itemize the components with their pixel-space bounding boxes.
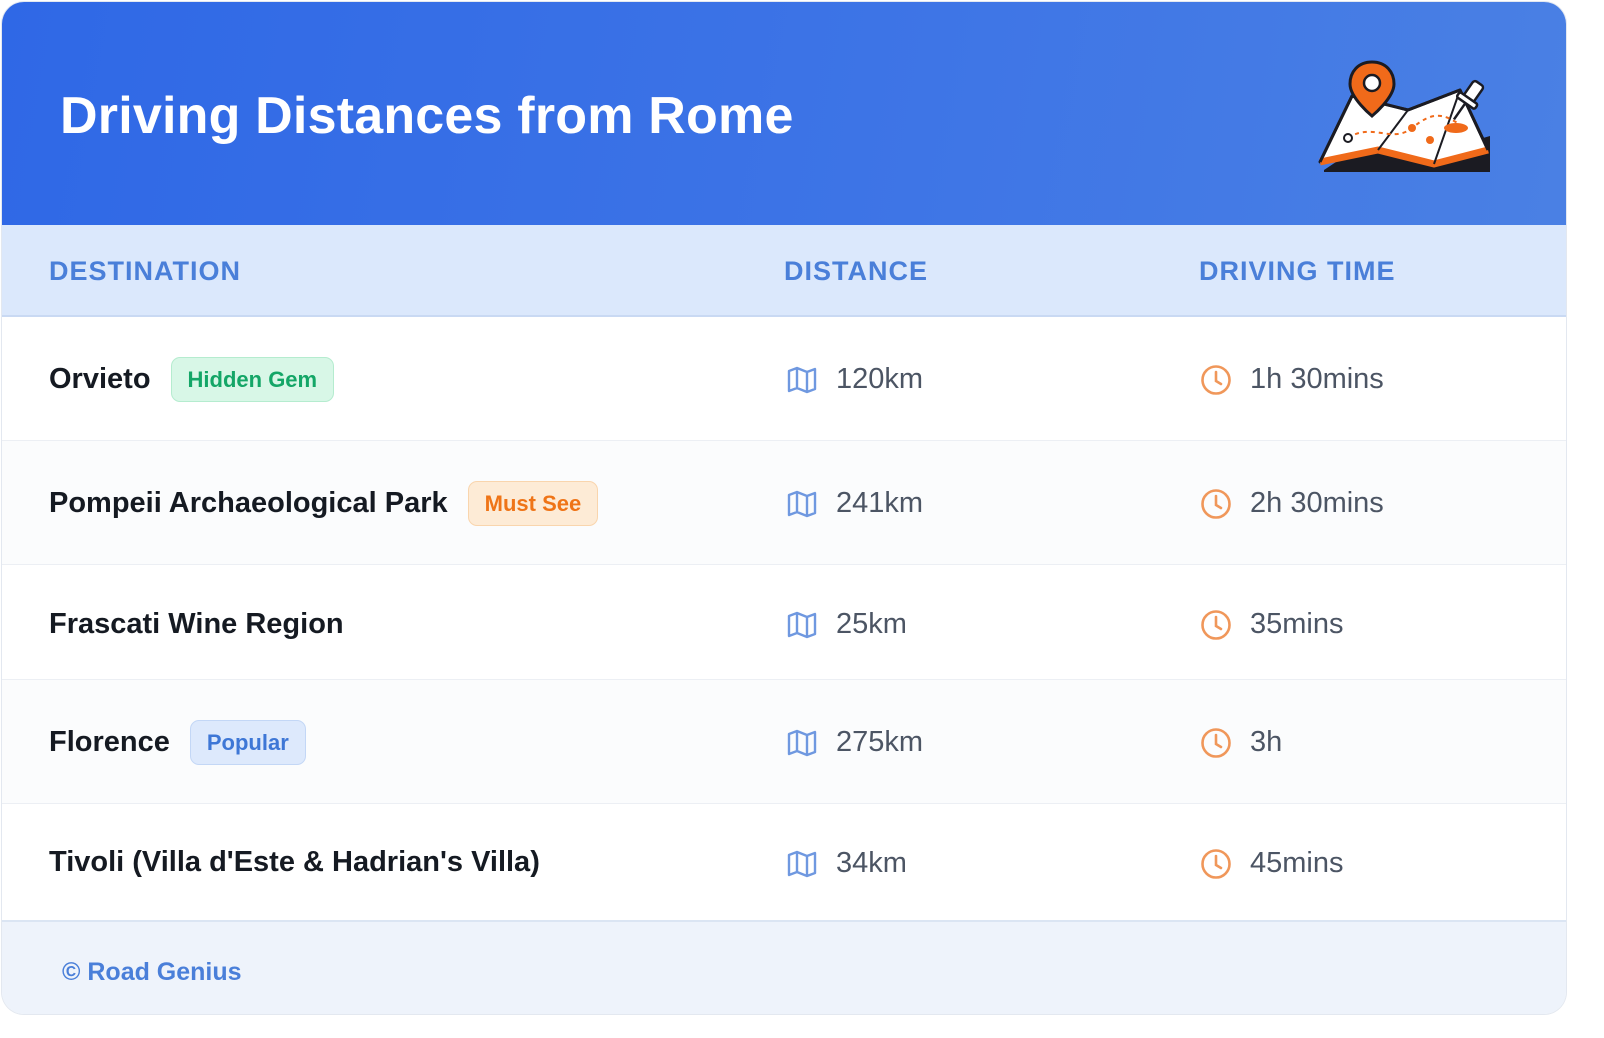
status-badge: Popular [189,720,306,765]
clock-icon [1201,727,1231,758]
time-value: 35mins [1250,608,1344,640]
distance-cell: 120km [786,363,923,396]
page-title: Driving Distances from Rome [60,87,794,145]
status-badge: Must See [467,481,599,526]
map-pin-illustration-icon [1318,60,1490,172]
destination-cell: Pompeii Archaeological Park Must See [49,481,599,526]
distance-value: 34km [836,847,907,879]
column-header-destination: DESTINATION [49,256,241,286]
time-value: 45mins [1250,847,1344,879]
card-header: Driving Distances from Rome [2,2,1566,225]
column-header-distance: DISTANCE [784,256,929,286]
distance-card: Driving Distances from Rome DESTINATION … [2,2,1566,1014]
distance-value: 275km [836,726,924,758]
column-header-driving-time: DRIVING TIME [1199,256,1396,286]
clock-icon [1201,609,1231,640]
time-value: 1h 30mins [1250,363,1384,395]
time-value: 2h 30mins [1250,487,1384,519]
table-row: Tivoli (Villa d'Este & Hadrian's Villa) … [2,804,1566,920]
time-cell: 35mins [1200,608,1344,641]
destination-name: Orvieto [49,363,151,395]
distance-cell: 25km [786,608,907,641]
status-badge: Hidden Gem [170,357,335,402]
distance-cell: 34km [786,847,907,880]
distance-value: 120km [836,363,924,395]
time-cell: 1h 30mins [1200,363,1384,396]
destination-cell: Tivoli (Villa d'Este & Hadrian's Villa) [49,846,540,879]
footer-credit: © Road Genius [62,958,242,986]
table-row: Florence Popular 275km 3h [2,680,1566,804]
map-icon [787,850,817,877]
map-icon [787,366,817,393]
table-row: Frascati Wine Region 25km 35mins [2,565,1566,680]
time-value: 3h [1250,726,1283,758]
table-header: DESTINATION DISTANCE DRIVING TIME [2,225,1566,317]
distance-value: 25km [836,608,907,640]
destination-name: Tivoli (Villa d'Este & Hadrian's Villa) [49,846,540,878]
distance-cell: 241km [786,487,923,520]
map-icon [787,729,817,756]
destination-cell: Florence Popular [49,720,306,765]
time-cell: 3h [1200,726,1282,759]
card-footer: © Road Genius [2,920,1566,1014]
clock-icon [1201,848,1231,879]
time-cell: 2h 30mins [1200,487,1384,520]
destination-name: Florence [49,726,170,758]
distance-cell: 275km [786,726,923,759]
clock-icon [1201,488,1231,519]
clock-icon [1201,364,1231,395]
time-cell: 45mins [1200,847,1344,880]
destination-cell: Orvieto Hidden Gem [49,357,335,402]
destination-name: Pompeii Archaeological Park [49,487,448,519]
map-icon [787,490,817,517]
map-icon [787,611,817,638]
distance-value: 241km [836,487,924,519]
destination-name: Frascati Wine Region [49,608,344,640]
table-row: Orvieto Hidden Gem 120km 1h 30mins [2,317,1566,441]
destination-cell: Frascati Wine Region [49,608,344,641]
table-row: Pompeii Archaeological Park Must See 241… [2,441,1566,565]
